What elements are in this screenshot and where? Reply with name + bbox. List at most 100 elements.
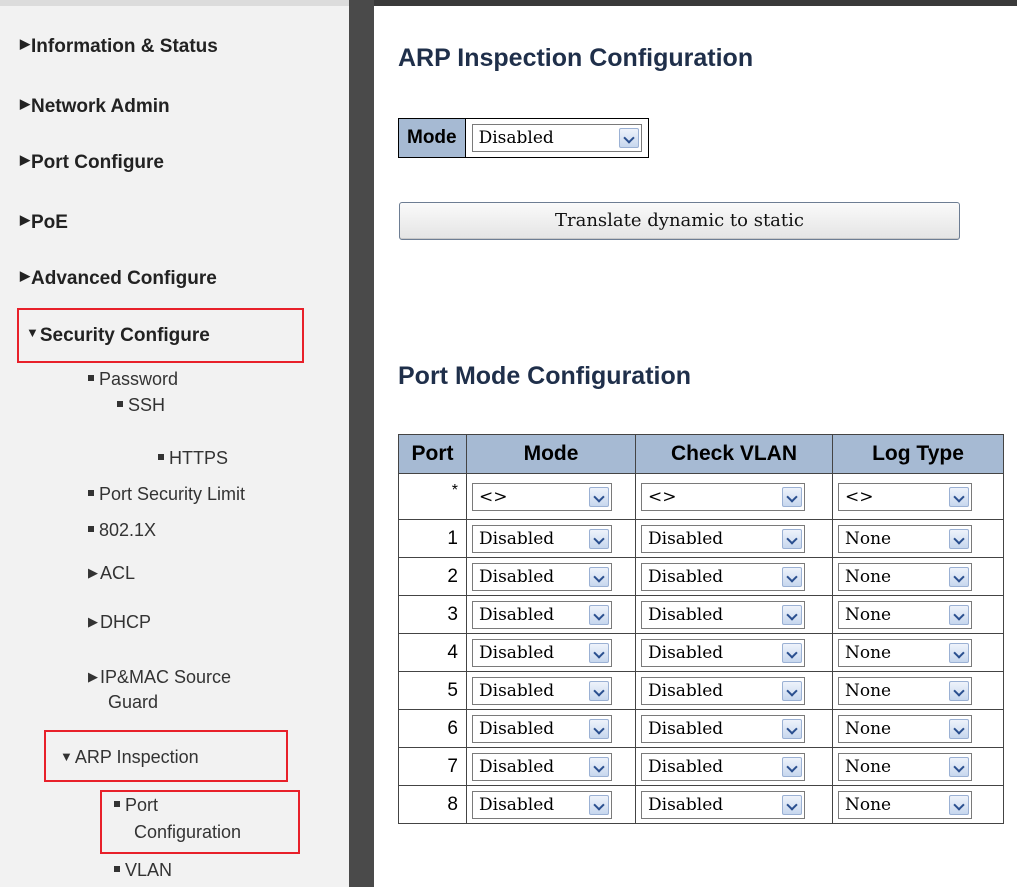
nav-poe[interactable]: ▶PoE	[20, 212, 68, 234]
mode-select[interactable]: Disabled	[472, 752, 612, 781]
chevron-down-icon[interactable]	[589, 642, 609, 663]
chevron-down-icon[interactable]	[589, 794, 609, 815]
bullet-icon	[114, 801, 120, 807]
table-row: 8 Disabled Disabled None	[398, 785, 1004, 824]
nav-network-admin[interactable]: ▶Network Admin	[20, 96, 170, 118]
caret-right-icon: ▶	[20, 96, 30, 111]
check-vlan-select[interactable]: Disabled	[641, 676, 805, 705]
log-type-select[interactable]: None	[838, 714, 972, 743]
chevron-down-icon[interactable]	[782, 718, 802, 739]
bullet-icon	[114, 866, 120, 872]
caret-right-icon: ▶	[20, 36, 30, 51]
mode-select[interactable]: Disabled	[472, 638, 612, 667]
nav-8021x[interactable]: 802.1X	[88, 518, 156, 543]
chevron-down-icon[interactable]	[589, 604, 609, 625]
check-vlan-select[interactable]: Disabled	[641, 600, 805, 629]
header-check-vlan: Check VLAN	[635, 434, 833, 474]
mode-select[interactable]: Disabled	[472, 714, 612, 743]
chevron-down-icon[interactable]	[782, 794, 802, 815]
mode-label: Mode	[399, 119, 466, 157]
check-vlan-select[interactable]: Disabled	[641, 790, 805, 819]
check-vlan-select[interactable]: Disabled	[641, 638, 805, 667]
mode-select[interactable]: <>	[472, 482, 612, 511]
chevron-down-icon[interactable]	[589, 486, 609, 507]
check-vlan-select[interactable]: Disabled	[641, 562, 805, 591]
main-top-border	[374, 0, 1017, 6]
chevron-down-icon[interactable]	[782, 528, 802, 549]
mode-select[interactable]: Disabled	[472, 524, 612, 553]
chevron-down-icon[interactable]	[782, 680, 802, 701]
nav-ssh[interactable]: SSH	[117, 393, 165, 418]
nav-port-configuration-line2[interactable]: Configuration	[134, 820, 241, 845]
log-type-select[interactable]: None	[838, 600, 972, 629]
nav-acl[interactable]: ▶ ACL	[88, 560, 135, 586]
check-vlan-select[interactable]: <>	[641, 482, 805, 511]
mode-select[interactable]: Disabled	[472, 676, 612, 705]
log-type-select[interactable]: <>	[838, 482, 972, 511]
log-type-select[interactable]: None	[838, 524, 972, 553]
check-vlan-select[interactable]: Disabled	[641, 752, 805, 781]
chevron-down-icon[interactable]	[782, 566, 802, 587]
port-number: 2	[398, 557, 467, 596]
mode-select[interactable]: Disabled	[472, 790, 612, 819]
header-port: Port	[398, 434, 467, 474]
table-row: 3 Disabled Disabled None	[398, 595, 1004, 634]
check-vlan-select[interactable]: Disabled	[641, 714, 805, 743]
nav-information-status[interactable]: ▶Information & Status	[20, 36, 218, 58]
chevron-down-icon[interactable]	[589, 680, 609, 701]
nav-ip-mac-source-guard[interactable]: ▶ IP&MAC Source	[88, 664, 231, 690]
port-number: *	[398, 473, 467, 520]
nav-arp-inspection[interactable]: ▼ ARP Inspection	[60, 744, 199, 770]
table-row: * <> <> <>	[398, 473, 1004, 520]
chevron-down-icon[interactable]	[949, 756, 969, 777]
nav-port-configure[interactable]: ▶Port Configure	[20, 152, 164, 174]
nav-port-security-limit[interactable]: Port Security Limit	[88, 482, 245, 507]
chevron-down-icon[interactable]	[782, 756, 802, 777]
chevron-down-icon[interactable]	[949, 566, 969, 587]
chevron-down-icon[interactable]	[949, 642, 969, 663]
nav-advanced-configure[interactable]: ▶Advanced Configure	[20, 268, 217, 290]
log-type-select[interactable]: None	[838, 676, 972, 705]
table-row: 1 Disabled Disabled None	[398, 519, 1004, 558]
global-mode-select[interactable]: Disabled	[471, 124, 642, 152]
chevron-down-icon[interactable]	[618, 128, 639, 148]
global-mode-table: Mode Disabled	[398, 118, 649, 158]
check-vlan-select[interactable]: Disabled	[641, 524, 805, 553]
translate-dynamic-to-static-button[interactable]: Translate dynamic to static	[399, 202, 960, 240]
nav-ip-mac-source-guard-line2[interactable]: Guard	[108, 690, 158, 715]
nav-security-configure[interactable]: ▼Security Configure	[26, 325, 210, 347]
nav-dhcp[interactable]: ▶ DHCP	[88, 609, 151, 635]
nav-https[interactable]: HTTPS	[158, 446, 228, 471]
chevron-down-icon[interactable]	[949, 680, 969, 701]
chevron-down-icon[interactable]	[949, 718, 969, 739]
chevron-down-icon[interactable]	[949, 486, 969, 507]
chevron-down-icon[interactable]	[782, 604, 802, 625]
chevron-down-icon[interactable]	[949, 604, 969, 625]
chevron-down-icon[interactable]	[589, 566, 609, 587]
port-number: 7	[398, 747, 467, 786]
mode-select[interactable]: Disabled	[472, 600, 612, 629]
caret-right-icon: ▶	[88, 669, 98, 684]
chevron-down-icon[interactable]	[949, 794, 969, 815]
port-number: 3	[398, 595, 467, 634]
log-type-select[interactable]: None	[838, 638, 972, 667]
caret-right-icon: ▶	[20, 212, 30, 227]
log-type-select[interactable]: None	[838, 790, 972, 819]
nav-port-configuration[interactable]: Port	[114, 793, 158, 818]
header-log-type: Log Type	[832, 434, 1004, 474]
chevron-down-icon[interactable]	[589, 756, 609, 777]
chevron-down-icon[interactable]	[589, 718, 609, 739]
nav-password[interactable]: Password	[88, 367, 178, 392]
chevron-down-icon[interactable]	[782, 486, 802, 507]
mode-select[interactable]: Disabled	[472, 562, 612, 591]
bullet-icon	[158, 454, 164, 460]
chevron-down-icon[interactable]	[589, 528, 609, 549]
nav-vlan[interactable]: VLAN	[114, 858, 172, 883]
port-number: 5	[398, 671, 467, 710]
bullet-icon	[88, 526, 94, 532]
chevron-down-icon[interactable]	[949, 528, 969, 549]
log-type-select[interactable]: None	[838, 752, 972, 781]
sidebar-divider[interactable]	[349, 0, 374, 887]
log-type-select[interactable]: None	[838, 562, 972, 591]
chevron-down-icon[interactable]	[782, 642, 802, 663]
